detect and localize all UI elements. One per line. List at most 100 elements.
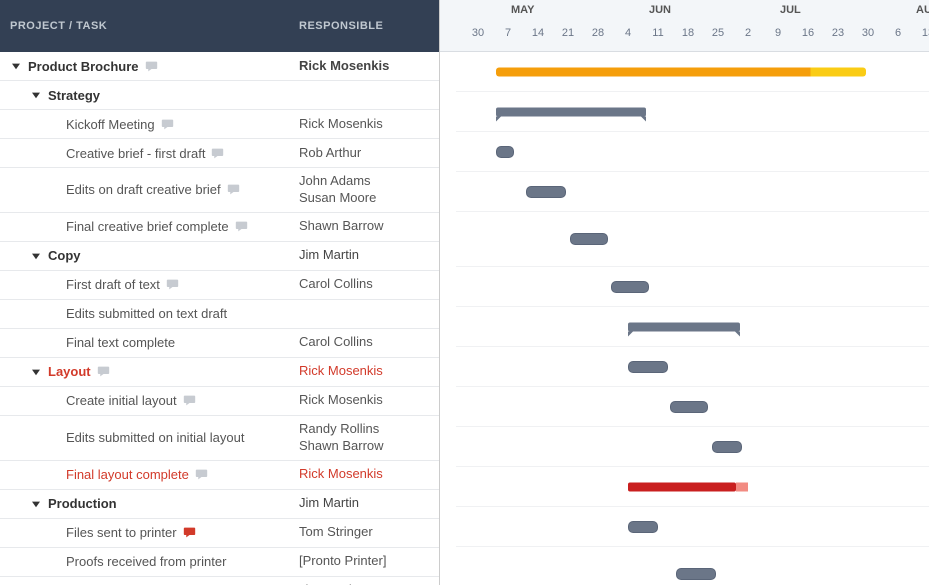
gantt-bar[interactable]: [496, 67, 866, 76]
responsible-cell: Rick Mosenkis: [299, 363, 439, 380]
gantt-row: [456, 212, 929, 267]
comment-icon: [195, 468, 208, 481]
responsible-cell: Rick Mosenkis: [299, 392, 439, 409]
project-row[interactable]: Product BrochureRick Mosenkis: [0, 52, 439, 81]
responsible-cell: John AdamsSusan Moore: [299, 173, 439, 207]
responsible-cell: Rick Mosenkis: [299, 116, 439, 133]
toggle-icon[interactable]: [30, 498, 42, 510]
task-cell[interactable]: Edits submitted on text draft: [0, 306, 299, 321]
header-resp-col: RESPONSIBLE: [299, 20, 439, 32]
comment-icon: [166, 278, 179, 291]
leaf-row[interactable]: Files sent to printer Tom Stringer: [0, 519, 439, 548]
day-label: 16: [802, 27, 814, 39]
leaf-row[interactable]: Edits submitted on initial layout Randy R…: [0, 416, 439, 461]
leaf-row[interactable]: Final brochure back from printerJim Mart…: [0, 577, 439, 585]
leaf-row[interactable]: Final creative brief completeShawn Barro…: [0, 213, 439, 242]
leaf-row[interactable]: Edits on draft creative briefJohn AdamsS…: [0, 168, 439, 213]
task-cell[interactable]: Final layout complete: [0, 467, 299, 482]
task-cell[interactable]: Product Brochure: [0, 59, 299, 74]
group-row[interactable]: Strategy: [0, 81, 439, 110]
day-label: 14: [532, 27, 544, 39]
task-name: Copy: [48, 248, 81, 263]
leaf-row[interactable]: Edits submitted on text draft: [0, 300, 439, 329]
gantt-bar[interactable]: [628, 521, 658, 533]
toggle-icon[interactable]: [30, 250, 42, 262]
responsible-cell: Rick Mosenkis: [299, 58, 439, 75]
month-label: MAY: [511, 4, 534, 16]
month-label: JUL: [780, 4, 801, 16]
task-cell[interactable]: Production: [0, 496, 299, 511]
gantt-bar[interactable]: [628, 361, 668, 373]
gantt-row: [456, 507, 929, 547]
day-label: 21: [562, 27, 574, 39]
gantt-row: [456, 307, 929, 347]
gantt-bar[interactable]: [676, 568, 716, 580]
gantt-bar[interactable]: [628, 482, 736, 491]
task-name: Kickoff Meeting: [66, 117, 155, 132]
responsible-cell: Carol Collins: [299, 334, 439, 351]
gantt-row: [456, 132, 929, 172]
task-cell[interactable]: Edits submitted on initial layout: [0, 430, 299, 445]
responsible-cell: Randy RollinsShawn Barrow: [299, 421, 439, 455]
responsible-cell: Carol Collins: [299, 276, 439, 293]
header-task-col: PROJECT / TASK: [0, 20, 299, 32]
gantt-bar[interactable]: [496, 107, 646, 116]
gantt-row: [456, 92, 929, 132]
group-row[interactable]: Layout Rick Mosenkis: [0, 358, 439, 387]
toggle-icon[interactable]: [30, 366, 42, 378]
gantt-bar[interactable]: [570, 233, 608, 245]
task-name: Create initial layout: [66, 393, 177, 408]
task-name: Proofs received from printer: [66, 554, 226, 569]
task-cell[interactable]: Files sent to printer: [0, 525, 299, 540]
task-cell[interactable]: Edits on draft creative brief: [0, 182, 299, 197]
leaf-row[interactable]: Create initial layout Rick Mosenkis: [0, 387, 439, 416]
task-cell[interactable]: Final creative brief complete: [0, 219, 299, 234]
task-name: Final text complete: [66, 335, 175, 350]
leaf-row[interactable]: Proofs received from printer[Pronto Prin…: [0, 548, 439, 577]
task-name: First draft of text: [66, 277, 160, 292]
task-name: Production: [48, 496, 117, 511]
task-cell[interactable]: Copy: [0, 248, 299, 263]
leaf-row[interactable]: Kickoff Meeting Rick Mosenkis: [0, 110, 439, 139]
leaf-row[interactable]: Final text complete Carol Collins: [0, 329, 439, 358]
comment-icon: [145, 60, 158, 73]
comment-icon: [183, 526, 196, 539]
gantt-bar[interactable]: [628, 322, 740, 331]
responsible-cell: Rob Arthur: [299, 145, 439, 162]
task-cell[interactable]: First draft of text: [0, 277, 299, 292]
task-cell[interactable]: Strategy: [0, 88, 299, 103]
gantt-row: [456, 347, 929, 387]
task-name: Layout: [48, 364, 91, 379]
day-label: 6: [895, 27, 901, 39]
task-name: Creative brief - first draft: [66, 146, 205, 161]
task-cell[interactable]: Creative brief - first draft: [0, 146, 299, 161]
task-name: Files sent to printer: [66, 525, 177, 540]
task-cell[interactable]: Proofs received from printer: [0, 554, 299, 569]
gantt-bar[interactable]: [611, 281, 649, 293]
leaf-row[interactable]: Creative brief - first draft Rob Arthur: [0, 139, 439, 168]
day-label: 11: [652, 27, 663, 39]
task-name: Final layout complete: [66, 467, 189, 482]
task-cell[interactable]: Layout: [0, 364, 299, 379]
gantt-bar[interactable]: [526, 186, 566, 198]
task-cell[interactable]: Final text complete: [0, 335, 299, 350]
task-name: Edits submitted on initial layout: [66, 430, 244, 445]
leaf-row[interactable]: Final layout completeRick Mosenkis: [0, 461, 439, 490]
group-row[interactable]: ProductionJim Martin: [0, 490, 439, 519]
day-label: 13: [922, 27, 929, 39]
gantt-row: [456, 427, 929, 467]
gantt-bar[interactable]: [496, 146, 514, 158]
task-cell[interactable]: Kickoff Meeting: [0, 117, 299, 132]
gantt-bar[interactable]: [712, 441, 742, 453]
toggle-icon[interactable]: [30, 89, 42, 101]
day-label: 4: [625, 27, 631, 39]
group-row[interactable]: CopyJim Martin: [0, 242, 439, 271]
gantt-bar[interactable]: [670, 401, 708, 413]
day-label: 30: [862, 27, 874, 39]
gantt-row: [456, 172, 929, 212]
leaf-row[interactable]: First draft of text Carol Collins: [0, 271, 439, 300]
task-cell[interactable]: Create initial layout: [0, 393, 299, 408]
responsible-cell: Tom Stringer: [299, 524, 439, 541]
toggle-icon[interactable]: [10, 60, 22, 72]
day-label: 30: [472, 27, 484, 39]
